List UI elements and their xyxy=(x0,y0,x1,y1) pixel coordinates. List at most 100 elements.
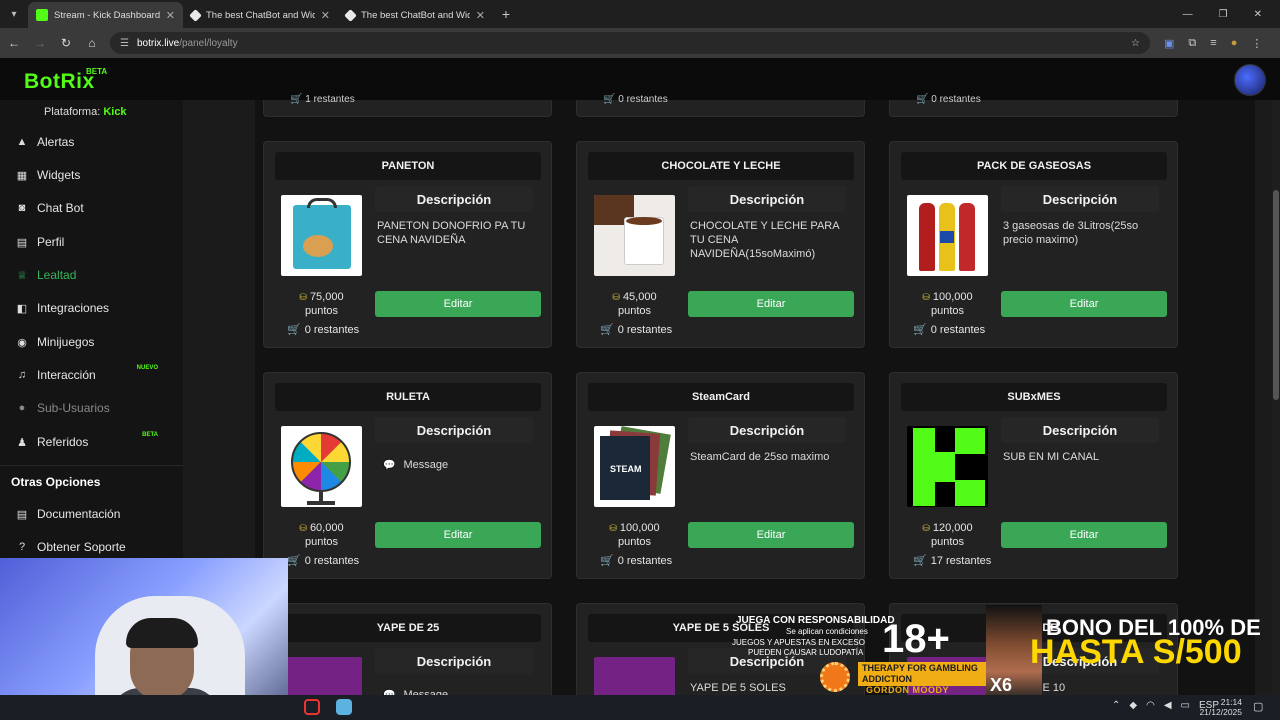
platform-value: Kick xyxy=(103,106,127,118)
reward-card-yape-25: YAPE DE 25 Descripción 💬Message xyxy=(263,603,552,701)
sidebar-item-soporte[interactable]: ? Obtener Soporte xyxy=(14,534,174,560)
beta-badge: BETA xyxy=(86,67,108,76)
edit-button[interactable]: Editar xyxy=(375,291,541,317)
speaker-icon[interactable]: ◀ xyxy=(1164,700,1172,711)
remaining-count: 🛒 1 restantes xyxy=(290,94,355,105)
wifi-icon[interactable]: ◠ xyxy=(1146,700,1155,711)
points: ⛁ 45,000 puntos xyxy=(612,291,657,317)
minimize-icon[interactable]: — xyxy=(1183,9,1193,20)
back-icon[interactable]: ← xyxy=(2,36,26,50)
sidebar-item-perfil[interactable]: ▤ Perfil xyxy=(14,229,174,255)
home-icon[interactable]: ⌂ xyxy=(80,36,104,50)
description-heading: Descripción xyxy=(688,186,846,212)
sidebar-item-label: Lealtad xyxy=(37,268,77,282)
sidebar-divider xyxy=(0,465,183,466)
message-icon: 💬 xyxy=(383,460,396,471)
platform-indicator: Plataforma: Kick xyxy=(44,106,127,118)
tab-kick-dashboard[interactable]: Stream - Kick Dashboard ✕ xyxy=(28,2,183,28)
description-text: 3 gaseosas de 3Litros(25so precio maximo… xyxy=(1003,220,1139,246)
coins-icon: ⛁ xyxy=(609,523,617,533)
maximize-icon[interactable]: ❐ xyxy=(1219,9,1228,20)
kick-favicon-icon xyxy=(36,9,48,21)
card-title: YAPE DE 25 xyxy=(275,614,541,642)
grid-icon: ▦ xyxy=(16,169,28,182)
sidebar-item-chat-bot[interactable]: ◙ Chat Bot xyxy=(14,195,174,221)
forward-icon[interactable]: → xyxy=(28,36,52,50)
promo-warning-text-2: PUEDEN CAUSAR LUDOPATÍA xyxy=(748,648,864,657)
botrix-logo[interactable]: BotRix xyxy=(24,70,95,94)
remaining-count: 🛒 0 restantes xyxy=(600,555,673,567)
sidebar-item-label: Widgets xyxy=(37,168,81,182)
remaining-count: 🛒 0 restantes xyxy=(600,324,673,336)
sidebar-item-documentacion[interactable]: ▤ Documentación xyxy=(14,501,174,527)
sidebar-item-sub-usuarios[interactable]: ● Sub-Usuarios xyxy=(14,395,174,421)
reload-icon[interactable]: ↻ xyxy=(54,36,78,50)
reward-card-ruleta: RULETA Descripción 💬 Message ⛁ 60,000 punto… xyxy=(263,372,552,579)
explorer-icon[interactable] xyxy=(336,699,352,715)
tab-botrix-2[interactable]: The best ChatBot and Widgets ✕ xyxy=(338,2,493,28)
book-icon: ▤ xyxy=(16,508,28,521)
sidebar-item-label: Sub-Usuarios xyxy=(37,401,110,415)
tab-title: Stream - Kick Dashboard xyxy=(54,9,160,21)
browser-tab-bar: ▾ Stream - Kick Dashboard ✕ The best Cha… xyxy=(0,0,1280,28)
cart-icon: 🛒 xyxy=(600,324,614,336)
window-controls: — ❐ ✕ xyxy=(1183,9,1280,20)
sidebar-item-interaccion[interactable]: ♫ Interacción NUEVO xyxy=(14,362,174,388)
users-icon: ♟ xyxy=(17,436,27,449)
edit-button[interactable]: Editar xyxy=(688,291,854,317)
sidebar-section-title: Otras Opciones xyxy=(11,475,101,489)
url-bar[interactable]: ☰ botrix.live/panel/loyalty ☆ xyxy=(110,32,1150,54)
close-icon[interactable]: ✕ xyxy=(476,9,485,22)
profile-icon[interactable]: ● xyxy=(1231,37,1238,50)
robot-icon: ◙ xyxy=(18,202,26,214)
close-icon[interactable]: ✕ xyxy=(166,9,175,22)
sidebar-item-integraciones[interactable]: ◧ Integraciones xyxy=(14,295,174,321)
new-tab-icon[interactable]: + xyxy=(493,6,519,22)
chevron-up-icon[interactable]: ⌃ xyxy=(1112,700,1120,711)
sidebar-item-lealtad[interactable]: ♕ Lealtad xyxy=(14,262,174,288)
sidebar-item-label: Perfil xyxy=(37,235,65,249)
avatar[interactable] xyxy=(1234,64,1266,96)
edit-button[interactable]: Editar xyxy=(688,522,854,548)
extensions-area: ▣ ⧉ ≡ ● ⋮ xyxy=(1164,37,1262,50)
sidebar-item-minijuegos[interactable]: ◉ Minijuegos xyxy=(14,329,174,355)
tab-title: The best ChatBot and Widgets xyxy=(361,9,470,21)
sidebar-item-widgets[interactable]: ▦ Widgets xyxy=(14,162,174,188)
bookmark-star-icon[interactable]: ☆ xyxy=(1131,38,1140,49)
tab-botrix-1[interactable]: The best ChatBot and Widgets ✕ xyxy=(183,2,338,28)
reward-card-paneton: PANETON Descripción PANETON DONOFRIO PA … xyxy=(263,141,552,348)
close-icon[interactable]: ✕ xyxy=(321,9,330,22)
cart-icon: 🛒 xyxy=(913,324,927,336)
kick-logo-image xyxy=(907,426,988,507)
coins-icon: ⛁ xyxy=(612,292,620,302)
close-window-icon[interactable]: ✕ xyxy=(1254,9,1262,20)
edit-button[interactable]: Editar xyxy=(1001,291,1167,317)
menu-dots-icon[interactable]: ⋮ xyxy=(1251,37,1262,50)
description-text: SUB EN MI CANAL xyxy=(1003,451,1099,463)
sidebar-item-referidos[interactable]: ♟ Referidos BETA xyxy=(14,429,174,455)
tab-search-icon[interactable]: ▾ xyxy=(0,0,28,28)
plug-icon: ◧ xyxy=(16,302,28,315)
sidebar-item-label: Minijuegos xyxy=(37,335,95,349)
url-host: botrix.live xyxy=(136,37,180,49)
obs-icon[interactable] xyxy=(304,699,320,715)
site-info-icon[interactable]: ☰ xyxy=(120,38,129,49)
music-icon: ♫ xyxy=(17,369,27,381)
clock[interactable]: 21:14 21/12/2025 xyxy=(1198,697,1242,717)
notification-icon[interactable]: ▢ xyxy=(1253,700,1263,713)
battery-icon[interactable]: ▭ xyxy=(1181,700,1190,711)
promo-responsibility-text: JUEGA CON RESPONSABILIDAD xyxy=(736,615,895,626)
therapy-label: THERAPY FOR GAMBLING ADDICTION xyxy=(858,662,986,686)
media-icon[interactable]: ≡ xyxy=(1210,37,1216,50)
scrollbar-thumb[interactable] xyxy=(1273,190,1279,400)
gamepad-icon: ◉ xyxy=(17,336,27,349)
translate-icon[interactable]: ▣ xyxy=(1164,37,1174,50)
yape-image xyxy=(594,657,675,697)
network-icon[interactable]: ◆ xyxy=(1129,700,1137,711)
edit-button[interactable]: Editar xyxy=(1001,522,1167,548)
sidebar-item-label: Obtener Soporte xyxy=(37,540,126,554)
extensions-icon[interactable]: ⧉ xyxy=(1188,37,1196,50)
sidebar-item-alertas[interactable]: ▲ Alertas xyxy=(14,129,174,155)
edit-button[interactable]: Editar xyxy=(375,522,541,548)
reward-card-gaseosas: PACK DE GASEOSAS Descripción 3 gaseosas … xyxy=(889,141,1178,348)
